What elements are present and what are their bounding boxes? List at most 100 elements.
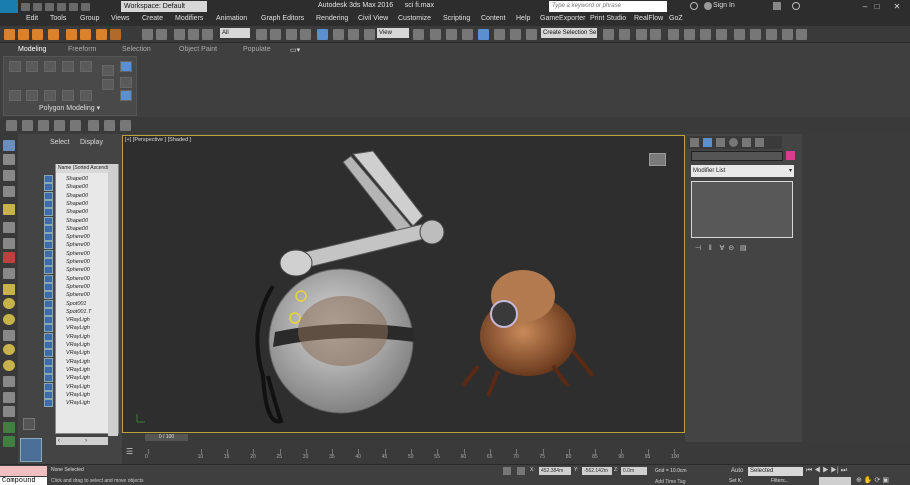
maximize-viewport-icon[interactable]: ▣ bbox=[882, 477, 889, 484]
tool-icon[interactable] bbox=[3, 436, 15, 447]
remove-modifier-icon[interactable]: ⊝ bbox=[728, 245, 734, 252]
tool-icon[interactable] bbox=[3, 238, 15, 249]
tab-selection[interactable]: Selection bbox=[122, 46, 151, 53]
window-crossing-icon[interactable] bbox=[300, 29, 311, 40]
plugin-icon[interactable] bbox=[110, 29, 121, 40]
tool-icon[interactable] bbox=[3, 284, 15, 295]
x-coordinate-field[interactable]: 452.384m bbox=[539, 467, 571, 475]
schematic-view-icon[interactable] bbox=[684, 29, 695, 40]
plugin-icon[interactable] bbox=[18, 29, 29, 40]
ribbon-options-icon[interactable]: ▭▾ bbox=[290, 46, 300, 54]
edge-icon[interactable] bbox=[26, 61, 38, 72]
lock-selection-icon[interactable] bbox=[503, 467, 511, 475]
save-icon[interactable] bbox=[45, 2, 54, 11]
menu-edit[interactable]: Edit bbox=[26, 15, 38, 22]
rotate-icon[interactable] bbox=[333, 29, 344, 40]
polygon-modeling-label[interactable]: Polygon Modeling ▾ bbox=[39, 104, 100, 112]
user-icon[interactable] bbox=[704, 2, 712, 10]
open-icon[interactable] bbox=[33, 2, 42, 11]
mirror-icon[interactable] bbox=[603, 29, 614, 40]
menu-views[interactable]: Views bbox=[111, 15, 130, 22]
display-lights-icon[interactable] bbox=[70, 120, 81, 131]
select-object-icon[interactable] bbox=[256, 29, 267, 40]
use-nurms-icon[interactable] bbox=[120, 77, 132, 88]
display-geometry-icon[interactable] bbox=[38, 120, 49, 131]
zoom-icon[interactable]: ⊕ bbox=[856, 477, 862, 484]
tool-icon[interactable] bbox=[3, 154, 15, 165]
key-mode-dropdown[interactable]: Selected bbox=[748, 467, 803, 476]
tab-object-paint[interactable]: Object Paint bbox=[179, 46, 217, 53]
sign-in-button[interactable]: Sign In bbox=[713, 2, 735, 9]
pan-icon[interactable]: ✋ bbox=[864, 477, 873, 484]
current-frame-field[interactable] bbox=[819, 477, 851, 485]
redo-icon[interactable] bbox=[69, 2, 78, 11]
scene-item-visibility-icon[interactable] bbox=[44, 249, 53, 258]
tool-icon[interactable] bbox=[3, 392, 15, 403]
tab-select[interactable]: Select bbox=[50, 139, 69, 146]
explorer-menu-icon[interactable] bbox=[6, 120, 17, 131]
z-coordinate-field[interactable]: 0.0m bbox=[621, 467, 647, 475]
angle-snap-icon[interactable] bbox=[478, 29, 489, 40]
menu-help[interactable]: Help bbox=[516, 15, 530, 22]
show-end-result-icon[interactable] bbox=[120, 90, 132, 101]
sun-icon[interactable] bbox=[3, 344, 15, 355]
redo-icon[interactable] bbox=[156, 29, 167, 40]
ring-icon[interactable] bbox=[44, 90, 56, 101]
scene-item-visibility-icon[interactable] bbox=[44, 291, 53, 300]
previous-frame-icon[interactable]: ◀ bbox=[814, 467, 820, 474]
selection-filter-dropdown[interactable]: All bbox=[220, 28, 250, 38]
display-tab-icon[interactable] bbox=[742, 138, 751, 147]
modifier-list-dropdown[interactable]: Modifier List ▾ bbox=[691, 165, 794, 177]
curve-editor-icon[interactable] bbox=[668, 29, 679, 40]
sphere-icon[interactable] bbox=[3, 360, 15, 371]
undo-icon[interactable] bbox=[142, 29, 153, 40]
tool-icon[interactable] bbox=[3, 252, 15, 263]
display-shapes-icon[interactable] bbox=[54, 120, 65, 131]
render-iterative-icon[interactable] bbox=[766, 29, 777, 40]
scene-item-visibility-icon[interactable] bbox=[44, 274, 53, 283]
tool-icon[interactable] bbox=[3, 170, 15, 181]
loop-icon[interactable] bbox=[62, 90, 74, 101]
tab-populate[interactable]: Populate bbox=[243, 46, 271, 53]
ignore-backfacing-icon[interactable] bbox=[102, 79, 114, 90]
menu-modifiers[interactable]: Modifiers bbox=[175, 15, 203, 22]
menu-content[interactable]: Content bbox=[481, 15, 506, 22]
vertical-scrollbar[interactable] bbox=[108, 164, 118, 436]
scene-item-visibility-icon[interactable] bbox=[44, 365, 53, 374]
tool-icon[interactable] bbox=[3, 330, 15, 341]
menu-scripting[interactable]: Scripting bbox=[443, 15, 470, 22]
polygon-icon[interactable] bbox=[62, 61, 74, 72]
scene-item-visibility-icon[interactable] bbox=[44, 299, 53, 308]
motion-tab-icon[interactable] bbox=[729, 138, 738, 147]
next-frame-icon[interactable]: ▶| bbox=[831, 467, 839, 474]
bind-space-warp-icon[interactable] bbox=[202, 29, 213, 40]
menu-graph-editors[interactable]: Graph Editors bbox=[261, 15, 304, 22]
plugin-icon[interactable] bbox=[4, 29, 15, 40]
tool-icon[interactable] bbox=[3, 222, 15, 233]
time-slider[interactable]: 0 / 100 bbox=[122, 433, 685, 442]
menu-goz[interactable]: GoZ bbox=[669, 15, 683, 22]
unlink-icon[interactable] bbox=[188, 29, 199, 40]
create-tab-icon[interactable] bbox=[690, 138, 699, 147]
modify-tab-icon[interactable] bbox=[703, 138, 712, 147]
border-icon[interactable] bbox=[44, 61, 56, 72]
tool-icon[interactable] bbox=[3, 268, 15, 279]
scene-item-visibility-icon[interactable] bbox=[44, 266, 53, 275]
plugin-icon[interactable] bbox=[32, 29, 43, 40]
absolute-mode-icon[interactable] bbox=[517, 467, 525, 475]
keyboard-shortcut-icon[interactable] bbox=[446, 29, 457, 40]
sphere-icon[interactable] bbox=[3, 314, 15, 325]
exchange-icon[interactable] bbox=[773, 2, 781, 10]
rectangular-selection-icon[interactable] bbox=[286, 29, 297, 40]
edit-named-selection-icon[interactable] bbox=[526, 29, 537, 40]
menu-civil-view[interactable]: Civil View bbox=[358, 15, 388, 22]
workspace-dropdown[interactable]: Workspace: Default bbox=[121, 1, 207, 12]
y-coordinate-field[interactable]: -562.142m bbox=[582, 467, 612, 475]
tool-icon[interactable] bbox=[3, 376, 15, 387]
tab-freeform[interactable]: Freeform bbox=[68, 46, 96, 53]
collapse-arrow-icon[interactable] bbox=[23, 418, 35, 430]
scene-item-visibility-icon[interactable] bbox=[44, 199, 53, 208]
snaps-toggle-icon[interactable] bbox=[462, 29, 473, 40]
scene-item-visibility-icon[interactable] bbox=[44, 224, 53, 233]
show-end-result-icon[interactable]: ‖ bbox=[709, 245, 712, 252]
